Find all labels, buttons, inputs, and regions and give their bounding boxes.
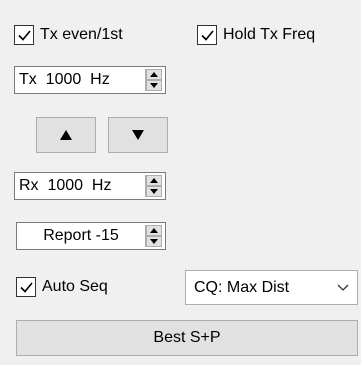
tx-spin-up-button[interactable] — [146, 69, 162, 80]
rx-spin-down-button[interactable] — [146, 186, 162, 197]
tx-even-check-box[interactable] — [14, 25, 34, 45]
checkmark-icon — [200, 29, 214, 41]
report-spin-down-button[interactable] — [146, 236, 162, 247]
best-sp-label: Best S+P — [153, 329, 221, 346]
chevron-down-icon — [150, 83, 158, 88]
chevron-down-icon — [150, 239, 158, 244]
tx-frequency-value[interactable]: Tx 1000 Hz — [15, 67, 145, 93]
cq-mode-dropdown[interactable]: CQ: Max Dist — [185, 270, 358, 305]
tx-even-label: Tx even/1st — [40, 26, 123, 43]
chevron-down-icon — [337, 284, 349, 291]
rx-spin-up-button[interactable] — [146, 175, 162, 186]
auto-seq-check-box[interactable] — [16, 277, 36, 297]
checkmark-icon — [19, 281, 33, 293]
rx-frequency-value[interactable]: Rx 1000 Hz — [15, 173, 145, 199]
triangle-up-icon — [60, 130, 72, 140]
tx-even-checkbox[interactable]: Tx even/1st — [14, 23, 123, 47]
auto-seq-checkbox[interactable]: Auto Seq — [16, 275, 108, 299]
auto-seq-label: Auto Seq — [42, 278, 108, 295]
up-button[interactable] — [36, 117, 96, 153]
tx-spin-buttons — [145, 69, 162, 91]
report-value[interactable]: Report -15 — [17, 223, 145, 249]
best-sp-button[interactable]: Best S+P — [16, 320, 358, 356]
chevron-down-icon — [150, 189, 158, 194]
chevron-up-icon — [150, 72, 158, 77]
chevron-up-icon — [150, 178, 158, 183]
chevron-up-icon — [150, 228, 158, 233]
hold-tx-freq-checkbox[interactable]: Hold Tx Freq — [197, 23, 315, 47]
tx-spin-down-button[interactable] — [146, 80, 162, 91]
report-spin-up-button[interactable] — [146, 225, 162, 236]
cq-mode-selected: CQ: Max Dist — [194, 278, 290, 296]
tx-frequency-spinbox[interactable]: Tx 1000 Hz — [14, 66, 166, 94]
down-button[interactable] — [108, 117, 168, 153]
checkmark-icon — [17, 29, 31, 41]
hold-tx-freq-check-box[interactable] — [197, 25, 217, 45]
rx-frequency-spinbox[interactable]: Rx 1000 Hz — [14, 172, 166, 200]
triangle-down-icon — [132, 130, 144, 140]
report-spinbox[interactable]: Report -15 — [16, 222, 166, 250]
report-spin-buttons — [145, 225, 162, 247]
rx-spin-buttons — [145, 175, 162, 197]
hold-tx-freq-label: Hold Tx Freq — [223, 26, 316, 43]
